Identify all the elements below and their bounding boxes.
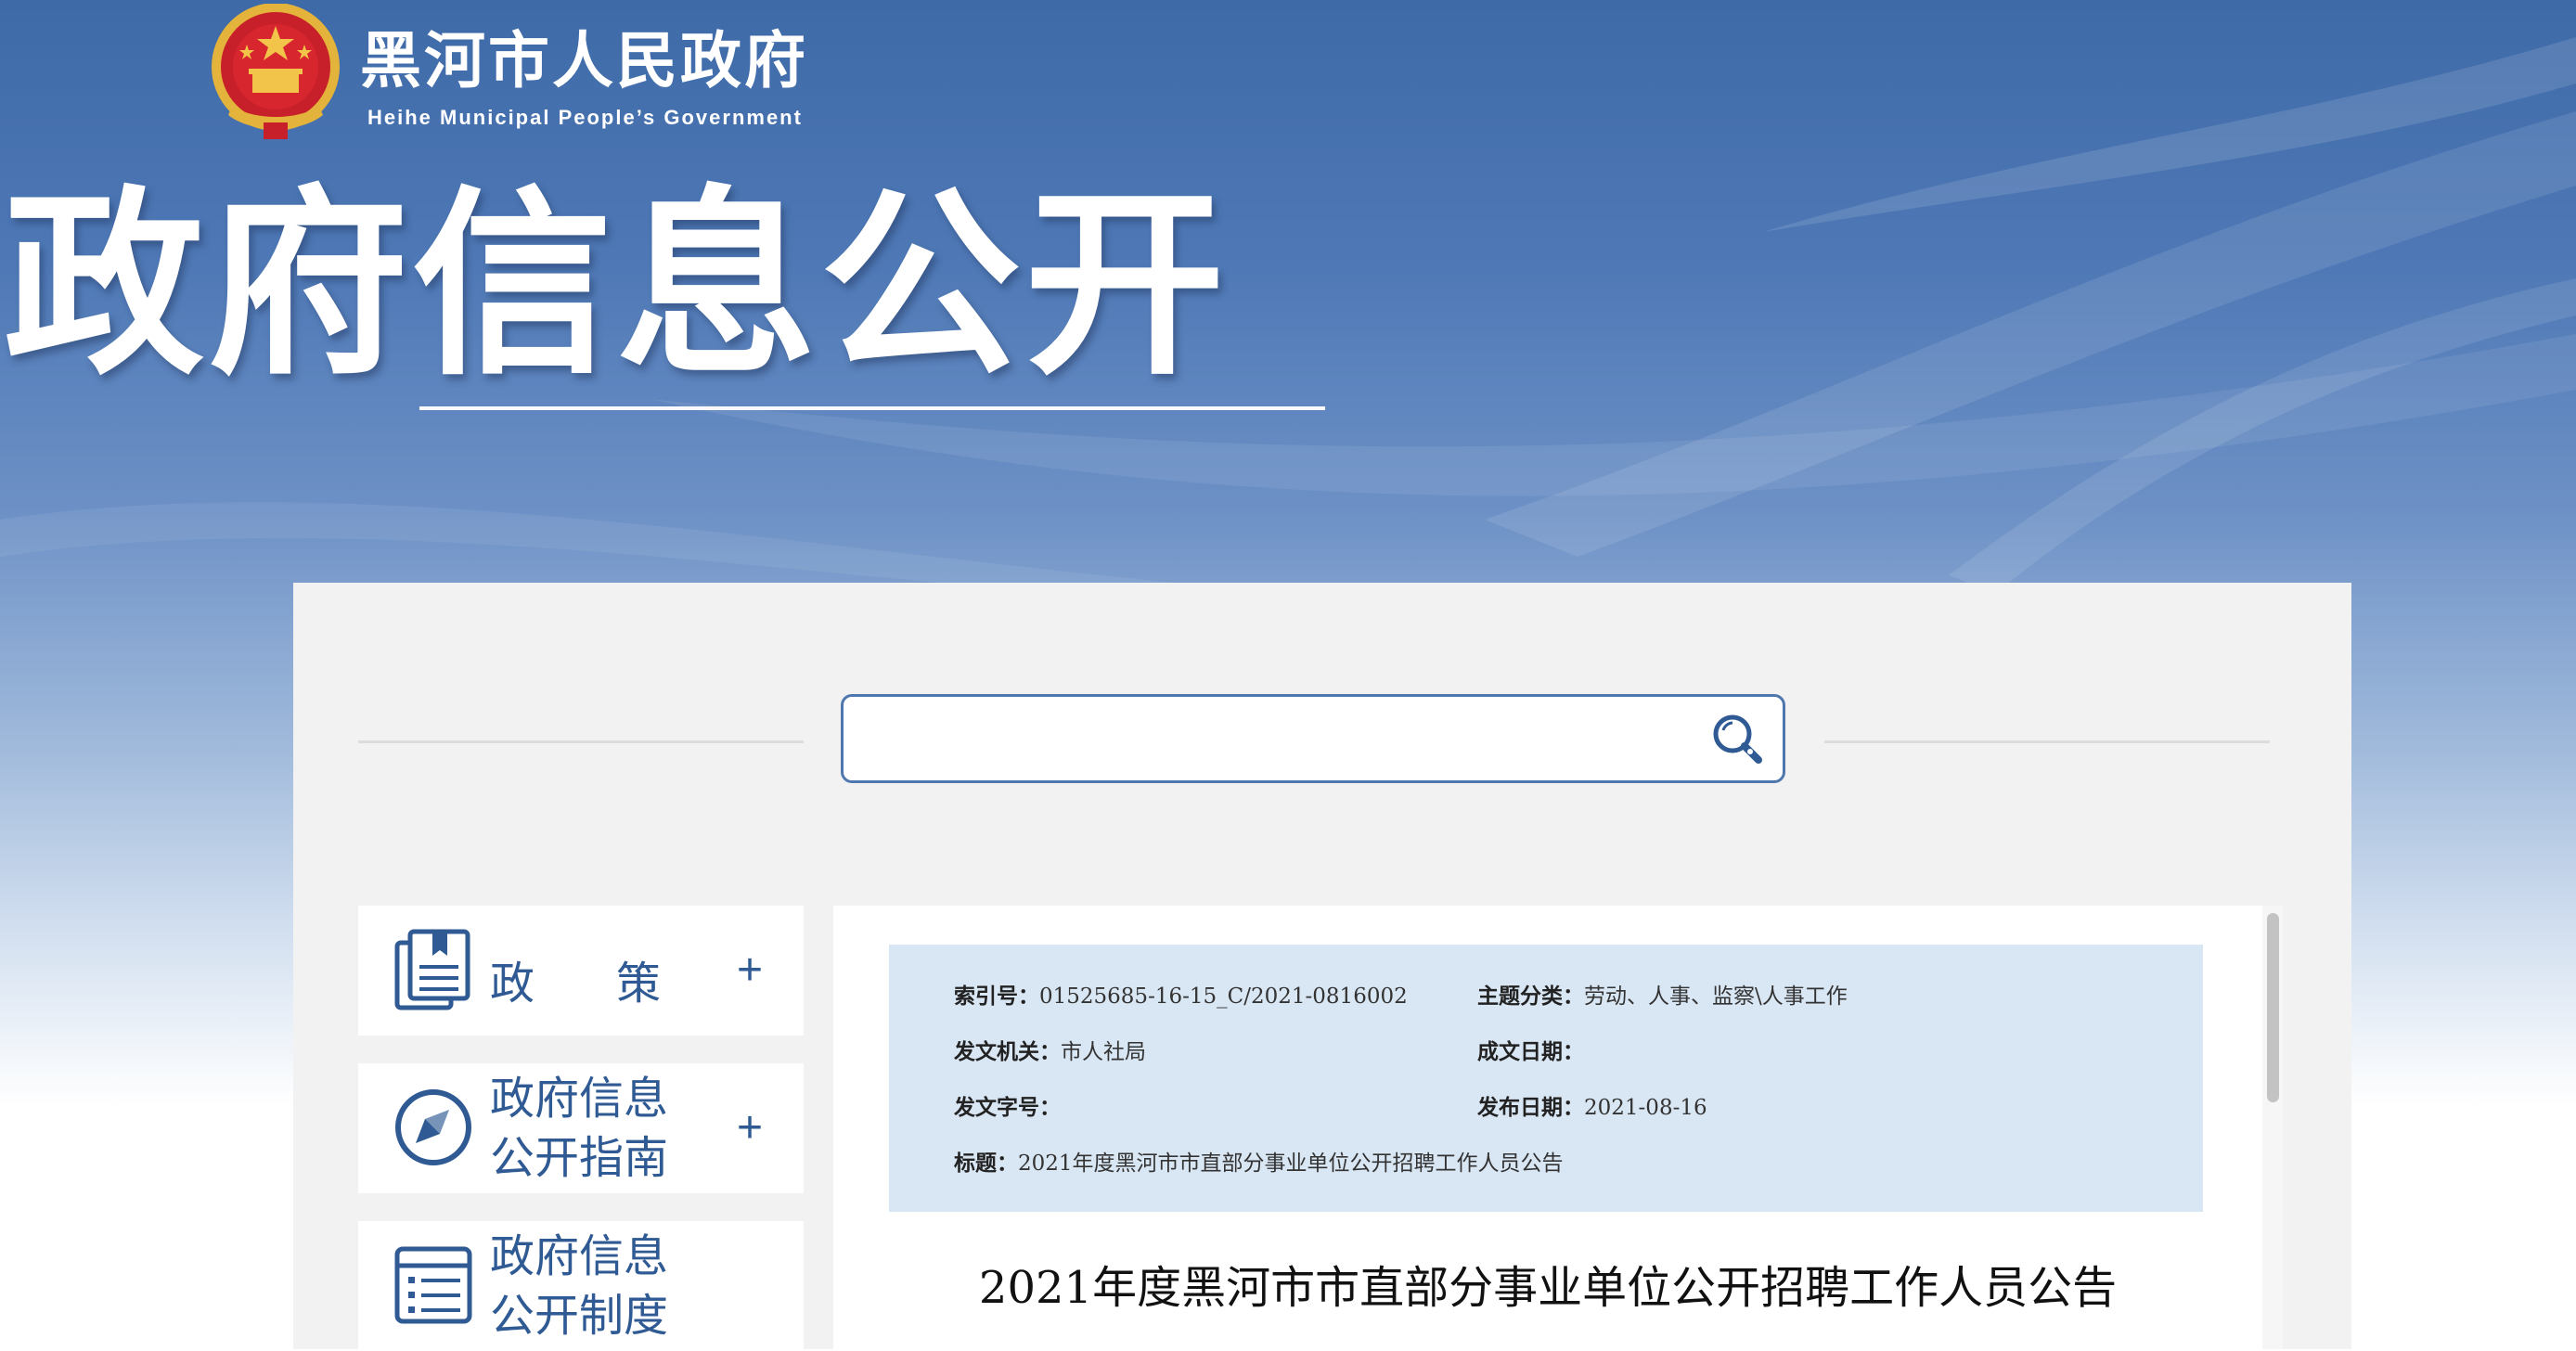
search-box [841, 694, 1785, 783]
meta-value: 2021-08-16 [1584, 1096, 1707, 1120]
sidebar-label-line2: 公开制度 [490, 1290, 669, 1342]
document-icon [394, 929, 470, 1010]
sidebar-label-line1: 政府信息 [490, 1230, 669, 1282]
search-divider-right [1824, 740, 2270, 743]
title-underline [419, 406, 1325, 410]
sidebar-item-disclosure-guide[interactable]: 政府信息 公开指南 + [358, 1063, 804, 1193]
sidebar-item-disclosure-system[interactable]: 政府信息 公开制度 [358, 1221, 804, 1351]
site-name[interactable]: 黑河市人民政府 [360, 24, 808, 98]
document-content: 索引号：01525685-16-15_C/2021-0816002 主题分类：劳… [833, 906, 2262, 1349]
sidebar-item-label: 政府信息 公开制度 [490, 1227, 668, 1345]
list-icon [394, 1246, 472, 1324]
meta-key: 主题分类： [1477, 984, 1584, 1009]
sidebar-item-label: 政 策 [490, 958, 680, 1010]
search-icon [1713, 714, 1762, 764]
document-metadata: 索引号：01525685-16-15_C/2021-0816002 主题分类：劳… [889, 945, 2203, 1212]
meta-published-date: 发布日期：2021-08-16 [1477, 1089, 1707, 1121]
meta-key: 发布日期： [1477, 1095, 1584, 1120]
expand-plus-icon[interactable]: + [737, 1106, 763, 1151]
search-button[interactable] [1708, 710, 1768, 769]
meta-issuer: 发文机关：市人社局 [954, 1034, 1146, 1065]
meta-index: 索引号：01525685-16-15_C/2021-0816002 [954, 978, 1408, 1010]
search-divider-left [358, 740, 804, 743]
meta-key: 发文字号： [954, 1095, 1061, 1120]
search-input[interactable] [858, 706, 1679, 773]
section-title: 政府信息公开 [4, 169, 1230, 402]
meta-value: 2021年度黑河市市直部分事业单位公开招聘工作人员公告 [1018, 1152, 1564, 1176]
meta-key: 标题： [954, 1151, 1018, 1176]
meta-created-date: 成文日期： [1477, 1034, 1584, 1065]
meta-topic: 主题分类：劳动、人事、监察\人事工作 [1477, 978, 1848, 1010]
sidebar-item-policy[interactable]: 政 策 + [358, 906, 804, 1036]
sidebar-item-label: 政府信息 公开指南 [490, 1069, 668, 1188]
sidebar-label-line1: 政府信息 [490, 1073, 669, 1125]
meta-value: 市人社局 [1061, 1040, 1146, 1064]
compass-icon [395, 1089, 471, 1165]
scrollbar-thumb[interactable] [2267, 913, 2279, 1102]
expand-plus-icon[interactable]: + [737, 948, 763, 993]
meta-key: 成文日期： [1477, 1039, 1584, 1064]
meta-value: 01525685-16-15_C/2021-0816002 [1039, 984, 1408, 1009]
meta-value: 劳动、人事、监察\人事工作 [1584, 984, 1848, 1009]
site-name-english: Heihe Municipal People’s Government [367, 106, 803, 129]
meta-key: 索引号： [954, 984, 1039, 1009]
meta-title: 标题：2021年度黑河市市直部分事业单位公开招聘工作人员公告 [954, 1145, 1564, 1177]
meta-doc-number: 发文字号： [954, 1089, 1061, 1121]
national-emblem-icon [212, 4, 340, 139]
document-title: 2021年度黑河市市直部分事业单位公开招聘工作人员公告 [978, 1262, 2118, 1314]
sidebar-label-line2: 公开指南 [490, 1132, 669, 1184]
content-scrollbar[interactable] [2262, 906, 2283, 1349]
meta-key: 发文机关： [954, 1039, 1061, 1064]
